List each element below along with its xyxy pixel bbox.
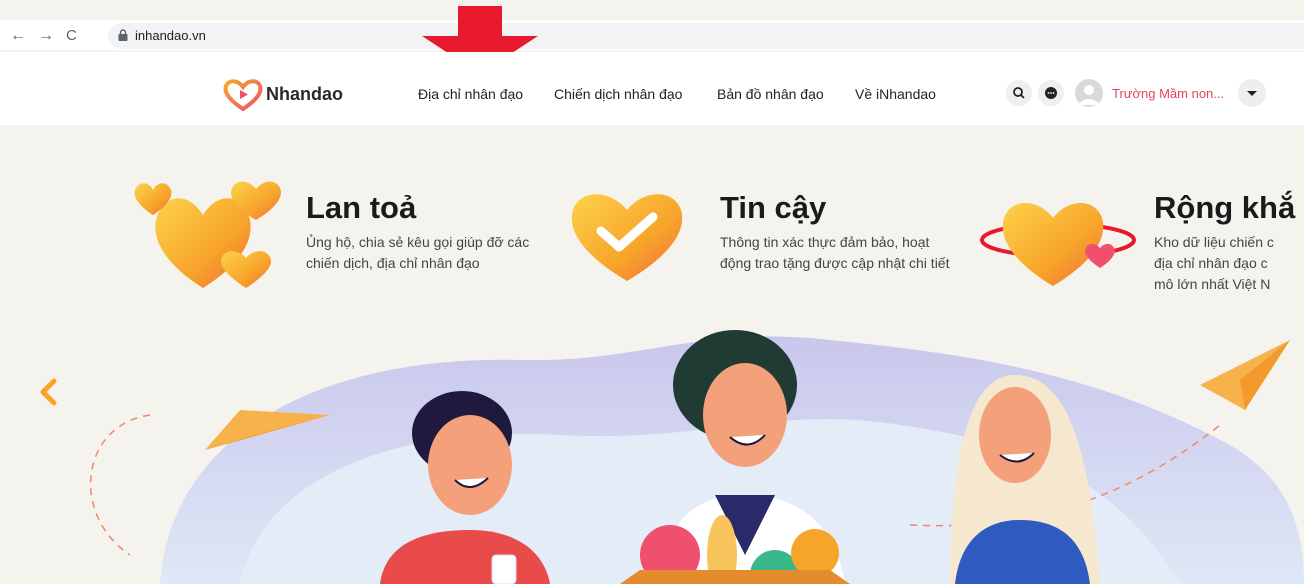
nav-ban-do-nhan-dao[interactable]: Bản đồ nhân đạo bbox=[717, 86, 824, 102]
logo-text[interactable]: Nhandao bbox=[266, 84, 343, 105]
address-bar[interactable]: inhandao.vn bbox=[108, 23, 1304, 49]
user-avatar-icon bbox=[1079, 85, 1099, 105]
user-name[interactable]: Trường Mầm non... bbox=[1112, 86, 1224, 101]
browser-toolbar: ← → C inhandao.vn bbox=[0, 20, 1304, 50]
back-icon[interactable]: ← bbox=[10, 27, 26, 45]
slider-prev-arrow[interactable] bbox=[38, 377, 60, 407]
feature-title-tin-cay: Tin cậy bbox=[720, 190, 827, 225]
search-button[interactable] bbox=[1006, 80, 1032, 106]
reload-icon[interactable]: C bbox=[66, 27, 77, 44]
hero-illustration bbox=[89, 330, 1304, 584]
forward-icon[interactable]: → bbox=[38, 27, 54, 45]
nav-dia-chi-nhan-dao[interactable]: Địa chỉ nhân đạo bbox=[418, 86, 523, 102]
nav-chien-dich-nhan-dao[interactable]: Chiến dịch nhân đạo bbox=[554, 86, 682, 102]
nhandao-logo-icon[interactable] bbox=[222, 78, 264, 112]
site-header: Nhandao Địa chỉ nhân đạo Chiến dịch nhân… bbox=[0, 52, 1304, 125]
hearts-icon bbox=[134, 181, 281, 288]
lock-icon bbox=[118, 29, 128, 41]
search-icon bbox=[1013, 87, 1025, 99]
heart-orbit-icon bbox=[980, 203, 1136, 286]
user-menu-dropdown[interactable] bbox=[1238, 79, 1266, 107]
feature-title-lan-toa: Lan toả bbox=[306, 190, 417, 225]
chat-icon bbox=[1045, 87, 1057, 99]
feature-desc-tin-cay: Thông tin xác thực đảm bảo, hoạt động tr… bbox=[720, 234, 950, 271]
feature-desc-rong-khap: Kho dữ liệu chiến c địa chỉ nhân đạo c m… bbox=[1154, 234, 1274, 292]
avatar[interactable] bbox=[1075, 79, 1103, 107]
feature-desc-lan-toa: Ủng hộ, chia sẻ kêu gọi giúp đỡ các chiế… bbox=[306, 234, 530, 271]
heart-check-icon bbox=[571, 194, 683, 281]
feature-title-rong-khap: Rộng khắ bbox=[1154, 190, 1296, 225]
nav-ve-inhandao[interactable]: Về iNhandao bbox=[855, 86, 936, 102]
messages-button[interactable] bbox=[1038, 80, 1064, 106]
caret-down-icon bbox=[1247, 91, 1257, 96]
url-text: inhandao.vn bbox=[135, 28, 206, 43]
